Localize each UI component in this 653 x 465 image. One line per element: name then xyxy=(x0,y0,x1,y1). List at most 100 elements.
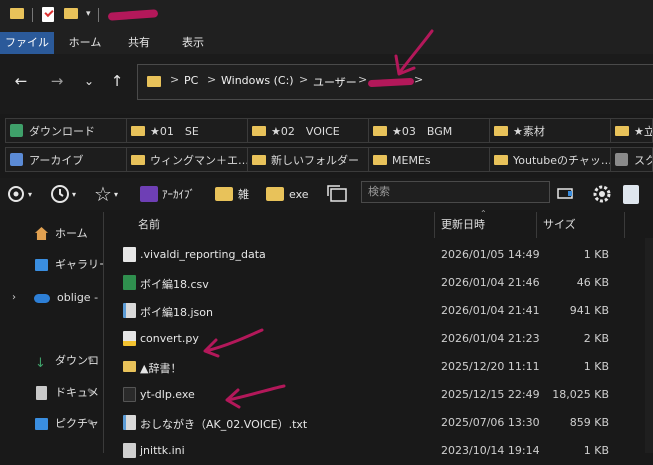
back-button[interactable]: ← xyxy=(10,70,32,92)
chevron-down-icon: ▾ xyxy=(113,189,118,199)
recycle-bin-icon xyxy=(623,184,639,204)
misc-folder-button[interactable]: 雑 xyxy=(215,181,249,207)
text-file-icon xyxy=(123,303,136,318)
archive-toolbar-button[interactable]: ｱｰｶｲﾌﾞ xyxy=(140,181,195,207)
folder-icon xyxy=(147,76,161,87)
star-icon: ☆ xyxy=(94,182,112,206)
window-icon xyxy=(327,185,347,202)
clock-icon xyxy=(51,185,69,203)
search-input[interactable]: 検索 xyxy=(361,181,550,203)
folder-icon xyxy=(266,187,284,201)
file-row[interactable]: convert.py 2026/01/04 21:23 2 KB xyxy=(104,325,625,353)
breadcrumb-windows-c[interactable]: Windows (C:) xyxy=(221,74,294,87)
pin-icon[interactable]: ✎ xyxy=(87,349,95,373)
camera-icon xyxy=(615,153,628,166)
chevron-right-icon[interactable]: › xyxy=(12,286,16,310)
up-button[interactable]: ↑ xyxy=(106,70,128,92)
title-divider xyxy=(32,8,33,22)
recycle-bin-button[interactable] xyxy=(623,181,639,207)
sidebar-item-onedrive[interactable]: › oblige - xyxy=(0,286,104,310)
properties-icon[interactable] xyxy=(42,7,54,22)
quick-item-wingman[interactable]: ウィングマン＋エ… xyxy=(126,147,248,172)
breadcrumb-separator: > xyxy=(207,73,217,86)
column-divider[interactable] xyxy=(536,212,537,238)
sidebar-item-home[interactable]: ホーム xyxy=(0,222,104,246)
quick-item-archive[interactable]: アーカイブ xyxy=(5,147,127,172)
customize-quick-access-icon[interactable]: ▾ xyxy=(86,9,91,19)
breadcrumb-separator: > xyxy=(358,73,368,86)
settings-button[interactable]: ▾ xyxy=(6,181,32,207)
favorites-button[interactable]: ☆ ▾ xyxy=(94,181,118,207)
quick-access-grid: ダウンロード ★01 SE ★02 VOICE ★03 BGM ★素材 ★立 ア… xyxy=(5,118,653,176)
column-divider[interactable] xyxy=(624,212,625,238)
pin-icon[interactable]: ✎ xyxy=(87,381,95,405)
quick-item-partial[interactable]: ★立 xyxy=(610,118,653,143)
file-row[interactable]: ボイ編18.csv 2026/01/04 21:46 46 KB xyxy=(104,269,625,297)
preview-pane-button[interactable] xyxy=(556,181,576,207)
sidebar-item-pictures[interactable]: ピクチャ ✎ xyxy=(0,412,104,436)
python-file-icon xyxy=(123,331,136,346)
quick-item-materials[interactable]: ★素材 xyxy=(489,118,611,143)
folder-icon[interactable] xyxy=(10,8,24,19)
vertical-scrollbar[interactable] xyxy=(645,238,653,453)
sidebar-item-gallery[interactable]: ギャラリー xyxy=(0,253,104,277)
breadcrumb-users[interactable]: ユーザー xyxy=(313,74,357,90)
new-folder-icon[interactable] xyxy=(64,8,78,19)
file-row[interactable]: .vivaldi_reporting_data 2026/01/05 14:49… xyxy=(104,241,625,269)
quick-item-downloads[interactable]: ダウンロード xyxy=(5,118,127,143)
annotation-arrow xyxy=(203,328,264,358)
cloud-icon xyxy=(34,294,50,303)
gear-icon xyxy=(8,186,24,202)
title-divider xyxy=(98,8,99,22)
folder-icon xyxy=(131,126,145,136)
options-button[interactable] xyxy=(591,181,613,207)
column-header-size[interactable]: サイズ xyxy=(543,212,576,238)
file-row[interactable]: おしながき（AK_02.VOICE）.txt 2025/07/06 13:30 … xyxy=(104,409,625,437)
breadcrumb-pc[interactable]: PC xyxy=(184,74,198,87)
file-row[interactable]: ボイ編18.json 2026/01/04 21:41 941 KB xyxy=(104,297,625,325)
recent-locations-button[interactable]: ⌄ xyxy=(78,70,100,92)
home-icon xyxy=(35,227,48,240)
quick-item-bgm[interactable]: ★03 BGM xyxy=(368,118,490,143)
breadcrumb-separator: > xyxy=(299,73,309,86)
annotation-arrow xyxy=(225,384,286,409)
folder-shortcut-icon xyxy=(123,361,136,372)
tab-view[interactable]: 表示 xyxy=(170,32,216,54)
quick-item-youtube[interactable]: Youtubeのチャッ… xyxy=(489,147,611,172)
column-header-date[interactable]: 更新日時 xyxy=(441,212,485,238)
tab-file[interactable]: ファイル xyxy=(0,32,54,54)
annotation-arrow xyxy=(394,29,434,76)
column-header-name[interactable]: 名前 xyxy=(138,212,160,238)
breadcrumb-separator: > xyxy=(170,73,180,86)
column-divider[interactable] xyxy=(434,212,435,238)
file-row[interactable]: jnittk.ini 2023/10/14 19:14 1 KB xyxy=(104,437,625,465)
quick-item-new-folder[interactable]: 新しいフォルダー xyxy=(247,147,369,172)
folder-icon xyxy=(494,126,508,136)
chevron-down-icon: ▾ xyxy=(28,189,33,199)
folder-icon xyxy=(252,155,266,165)
quick-item-memes[interactable]: MEMEs xyxy=(368,147,490,172)
download-icon: ↓ xyxy=(35,356,46,371)
folder-icon xyxy=(373,155,387,165)
folder-icon xyxy=(252,126,266,136)
new-window-button[interactable] xyxy=(326,181,348,207)
file-row[interactable]: ▲辞書！ 2025/12/20 11:11 1 KB xyxy=(104,353,625,381)
gallery-icon xyxy=(35,259,48,271)
tab-home[interactable]: ホーム xyxy=(62,32,108,54)
quick-item-se[interactable]: ★01 SE xyxy=(126,118,248,143)
chevron-down-icon: ▾ xyxy=(72,189,77,199)
forward-button[interactable]: → xyxy=(46,70,68,92)
download-icon xyxy=(10,124,23,137)
sidebar-item-documents[interactable]: ドキュメ ✎ xyxy=(0,381,104,405)
tab-share[interactable]: 共有 xyxy=(116,32,162,54)
exe-file-icon xyxy=(123,387,136,402)
sidebar-item-downloads[interactable]: ↓ ダウンロ ✎ xyxy=(0,349,104,373)
excel-file-icon xyxy=(123,275,136,290)
file-icon xyxy=(123,247,136,262)
file-row[interactable]: yt-dlp.exe 2025/12/15 22:49 18,025 KB xyxy=(104,381,625,409)
exe-folder-button[interactable]: exe xyxy=(266,181,309,207)
pin-icon[interactable]: ✎ xyxy=(87,412,95,436)
quick-item-screenshots[interactable]: スク xyxy=(610,147,653,172)
quick-item-voice[interactable]: ★02 VOICE xyxy=(247,118,369,143)
history-button[interactable]: ▾ xyxy=(50,181,76,207)
